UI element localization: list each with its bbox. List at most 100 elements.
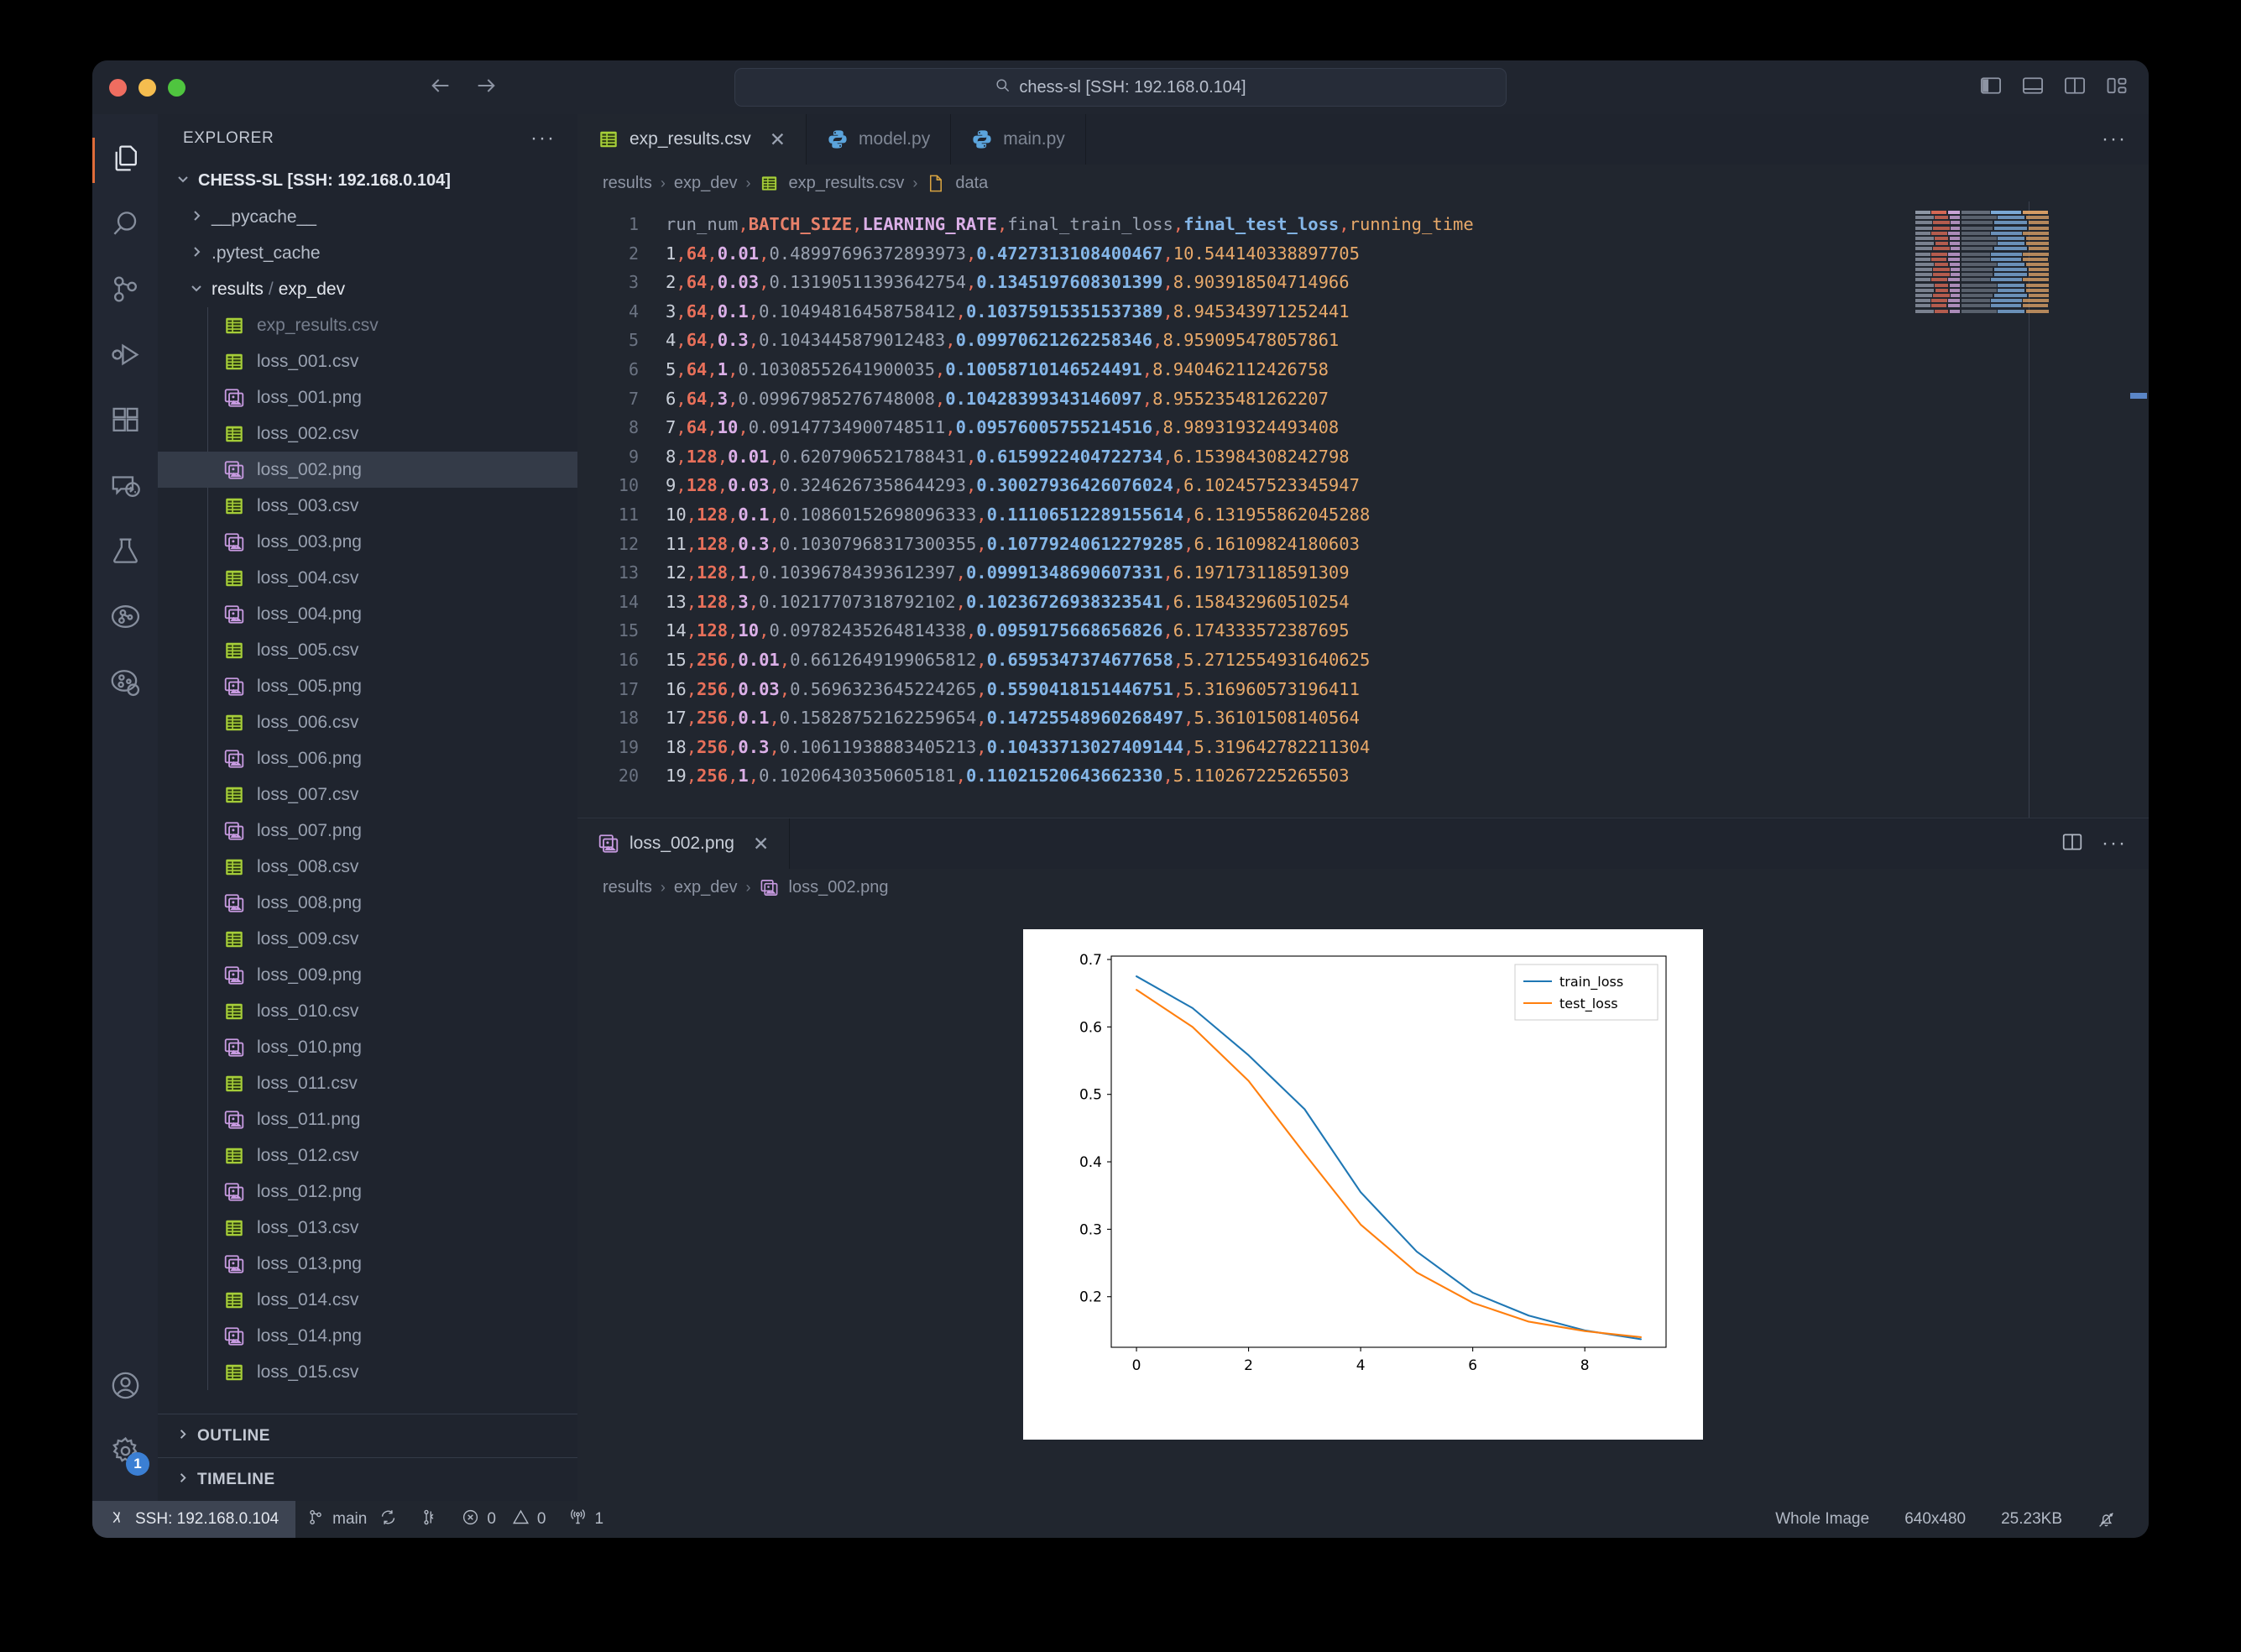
tree-folder-label-results: results	[212, 279, 264, 299]
breadcrumb-item-exp-results-csv[interactable]: exp_results.csv	[789, 174, 905, 193]
tab-main-py[interactable]: main.py	[951, 114, 1086, 165]
file-tree-item-loss_010-png[interactable]: loss_010.png	[158, 1029, 577, 1065]
png-file-icon	[223, 965, 245, 986]
tree-folder-pytest-cache[interactable]: .pytest_cache	[158, 235, 577, 271]
csv-code-editor[interactable]: 1 2 3 4 5 6 7 8 9 10 11 12 13 14 15 16 17 18 19 20 run_num,…	[577, 201, 2149, 818]
forward-arrow-icon[interactable]	[474, 74, 498, 102]
csv-file-icon	[223, 351, 245, 373]
breadcrumb-item-loss-002-png[interactable]: loss_002.png	[789, 878, 889, 897]
file-tree-item-loss_007-png[interactable]: loss_007.png	[158, 813, 577, 849]
breadcrumb-item-results[interactable]: results	[603, 174, 652, 193]
status-remote-indicator[interactable]: SSH: 192.168.0.104	[92, 1501, 296, 1538]
file-tree-item-loss_010-csv[interactable]: loss_010.csv	[158, 993, 577, 1029]
file-tree-item-loss_006-csv[interactable]: loss_006.csv	[158, 704, 577, 740]
breadcrumb-item-results[interactable]: results	[603, 878, 652, 897]
file-tree-item-loss_008-png[interactable]: loss_008.png	[158, 885, 577, 921]
status-problems[interactable]: 0 0	[450, 1508, 557, 1531]
status-source-control-graph[interactable]	[409, 1508, 450, 1531]
explorer-more-actions[interactable]: ···	[530, 128, 556, 149]
tab-loss-002-png[interactable]: loss_002.png ✕	[577, 818, 791, 869]
sidebar-item-extensions[interactable]	[92, 389, 158, 455]
file-tree-item-loss_012-png[interactable]: loss_012.png	[158, 1174, 577, 1210]
breadcrumb-item-exp-dev[interactable]: exp_dev	[674, 878, 738, 897]
file-tree-item-loss_014-csv[interactable]: loss_014.csv	[158, 1282, 577, 1318]
status-image-filesize[interactable]: 25.23KB	[1988, 1510, 2076, 1529]
editor-group-top: exp_results.csv ✕ model.py main.py ··· r…	[577, 114, 2149, 818]
file-tree-item-loss_009-csv[interactable]: loss_009.csv	[158, 921, 577, 957]
file-tree-item-loss_007-csv[interactable]: loss_007.csv	[158, 776, 577, 813]
file-tree-item-loss_004-png[interactable]: loss_004.png	[158, 596, 577, 632]
file-tree-item-loss_013-csv[interactable]: loss_013.csv	[158, 1210, 577, 1246]
tree-root-chess-sl[interactable]: CHESS-SL [SSH: 192.168.0.104]	[158, 163, 577, 199]
customize-layout-icon[interactable]	[2105, 74, 2129, 102]
status-image-mode[interactable]: Whole Image	[1762, 1510, 1883, 1529]
sidebar-item-remote-explorer[interactable]	[92, 455, 158, 520]
minimap[interactable]	[1915, 210, 2050, 420]
file-tree-item-loss_001-csv[interactable]: loss_001.csv	[158, 343, 577, 379]
file-tree-item-loss_014-png[interactable]: loss_014.png	[158, 1318, 577, 1354]
file-tree-item-loss_002-png[interactable]: loss_002.png	[158, 452, 577, 488]
activity-bar: 1	[92, 114, 158, 1501]
file-tree-item-exp_results-csv[interactable]: exp_results.csv	[158, 307, 577, 343]
editor-more-actions[interactable]: ···	[2102, 834, 2127, 854]
file-tree-item-loss_004-csv[interactable]: loss_004.csv	[158, 560, 577, 596]
file-tree-item-loss_013-png[interactable]: loss_013.png	[158, 1246, 577, 1282]
sidebar-item-graph-two[interactable]	[92, 651, 158, 717]
tab-exp-results-csv[interactable]: exp_results.csv ✕	[577, 114, 807, 165]
sidebar-item-graph-one[interactable]	[92, 586, 158, 651]
file-tree-item-loss_003-png[interactable]: loss_003.png	[158, 524, 577, 560]
sync-icon[interactable]	[379, 1508, 397, 1531]
overview-ruler[interactable]	[2129, 201, 2149, 818]
png-file-icon	[223, 531, 245, 553]
file-tree-item-loss_001-png[interactable]: loss_001.png	[158, 379, 577, 416]
status-image-size[interactable]: 640x480	[1891, 1510, 1979, 1529]
toggle-panel-icon[interactable]	[2021, 74, 2045, 102]
file-tree-item-loss_015-csv[interactable]: loss_015.csv	[158, 1354, 577, 1390]
sidebar-item-search[interactable]	[92, 193, 158, 259]
toggle-secondary-sidebar-icon[interactable]	[2063, 74, 2087, 102]
svg-text:0.7: 0.7	[1079, 952, 1102, 969]
file-tree-item-loss_005-png[interactable]: loss_005.png	[158, 668, 577, 704]
file-tree-item-label: loss_001.csv	[257, 351, 359, 371]
notifications-bell-icon[interactable]	[2084, 1511, 2129, 1529]
tab-close-icon[interactable]: ✕	[770, 128, 786, 151]
breadcrumb-item-data[interactable]: data	[955, 174, 988, 193]
tree-folder-pycache[interactable]: __pycache__	[158, 199, 577, 235]
tree-root-label: CHESS-SL [SSH: 192.168.0.104]	[198, 171, 451, 190]
tab-close-icon[interactable]: ✕	[753, 833, 769, 855]
file-tree-item-loss_009-png[interactable]: loss_009.png	[158, 957, 577, 993]
file-tree-item-loss_003-csv[interactable]: loss_003.csv	[158, 488, 577, 524]
sidebar-section-timeline[interactable]: TIMELINE	[158, 1457, 577, 1501]
sidebar-item-source-control[interactable]	[92, 259, 158, 324]
toggle-primary-sidebar-icon[interactable]	[1979, 74, 2003, 102]
sidebar-item-testing[interactable]	[92, 520, 158, 586]
minimize-window-button[interactable]	[138, 78, 156, 97]
maximize-window-button[interactable]	[168, 78, 185, 97]
accounts-button[interactable]	[92, 1355, 158, 1420]
breadcrumb-item-exp-dev[interactable]: exp_dev	[674, 174, 738, 193]
loss-chart: 0.2 0.3 0.4 0.5 0.6 0.7 0 2 4 6 8 train_loss test_lo…	[1023, 929, 1703, 1440]
file-tree[interactable]: CHESS-SL [SSH: 192.168.0.104] __pycache_…	[158, 163, 577, 1414]
image-preview-pane[interactable]: 0.2 0.3 0.4 0.5 0.6 0.7 0 2 4 6 8 train_loss test_lo…	[577, 906, 2149, 1501]
file-tree-item-loss_008-csv[interactable]: loss_008.csv	[158, 849, 577, 885]
sidebar-section-outline[interactable]: OUTLINE	[158, 1414, 577, 1457]
editor-more-actions[interactable]: ···	[2102, 129, 2127, 149]
file-tree-item-loss_011-csv[interactable]: loss_011.csv	[158, 1065, 577, 1101]
file-tree-item-loss_005-csv[interactable]: loss_005.csv	[158, 632, 577, 668]
file-tree-item-loss_011-png[interactable]: loss_011.png	[158, 1101, 577, 1137]
svg-text:6: 6	[1468, 1357, 1477, 1374]
status-ports[interactable]: 1	[557, 1508, 615, 1531]
file-tree-item-loss_006-png[interactable]: loss_006.png	[158, 740, 577, 776]
close-window-button[interactable]	[109, 78, 127, 97]
command-center-search[interactable]: chess-sl [SSH: 192.168.0.104]	[734, 68, 1507, 107]
tab-model-py[interactable]: model.py	[807, 114, 952, 165]
tree-folder-results-exp-dev[interactable]: results / exp_dev	[158, 271, 577, 307]
split-editor-icon[interactable]	[2061, 831, 2083, 857]
settings-button[interactable]: 1	[92, 1420, 158, 1486]
file-tree-item-loss_002-csv[interactable]: loss_002.csv	[158, 416, 577, 452]
file-tree-item-loss_012-csv[interactable]: loss_012.csv	[158, 1137, 577, 1174]
sidebar-item-run-and-debug[interactable]	[92, 324, 158, 389]
status-branch[interactable]: main	[295, 1508, 409, 1531]
sidebar-item-explorer[interactable]	[92, 128, 158, 193]
back-arrow-icon[interactable]	[429, 74, 452, 102]
